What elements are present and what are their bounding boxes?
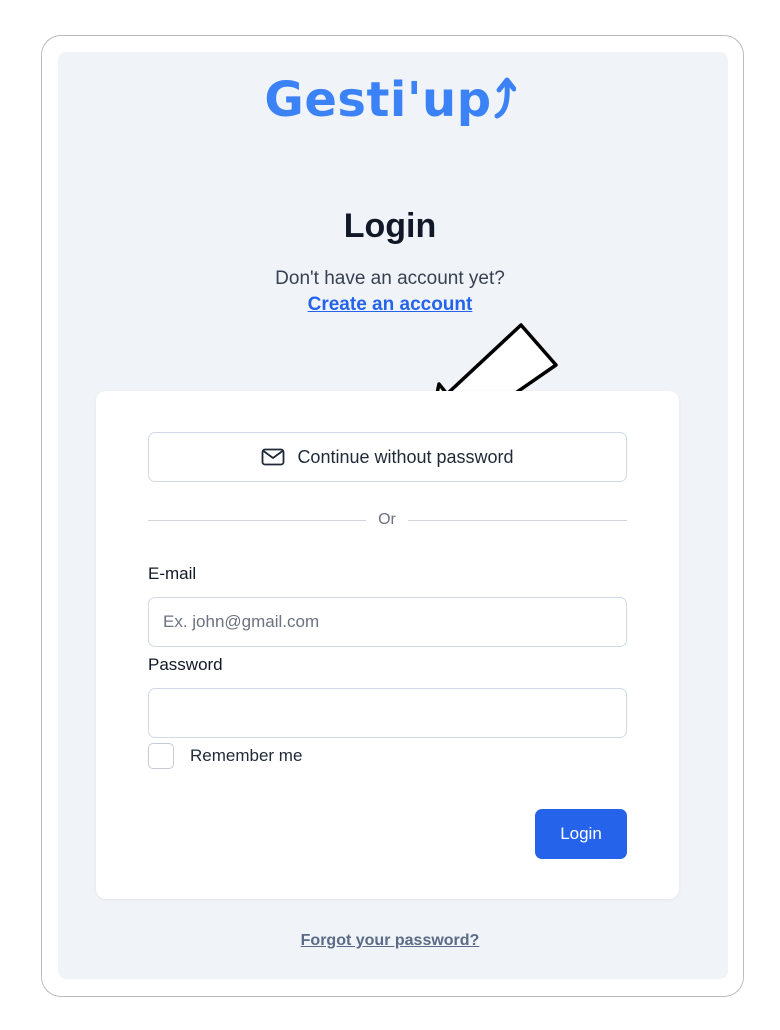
password-label: Password bbox=[148, 655, 223, 674]
remember-me-label: Remember me bbox=[190, 746, 303, 765]
brand-logo: Gesti'up bbox=[0, 72, 780, 128]
divider-right bbox=[408, 520, 627, 521]
signup-prompt: Don't have an account yet? bbox=[275, 268, 505, 289]
email-label: E-mail bbox=[148, 564, 197, 583]
divider-left bbox=[148, 520, 366, 521]
password-field[interactable] bbox=[148, 688, 627, 738]
mail-icon bbox=[262, 448, 285, 466]
email-field[interactable] bbox=[148, 597, 627, 647]
upward-arrow-icon bbox=[494, 77, 516, 119]
remember-me-checkbox[interactable] bbox=[148, 743, 174, 769]
forgot-password-link[interactable]: Forgot your password? bbox=[0, 932, 780, 950]
continue-without-password-button[interactable]: Continue without password bbox=[148, 432, 627, 482]
divider-text: Or bbox=[378, 511, 396, 528]
continue-without-password-label: Continue without password bbox=[297, 446, 514, 467]
brand-name: Gesti'up bbox=[264, 72, 492, 128]
page-title: Login bbox=[343, 207, 437, 245]
create-account-link[interactable]: Create an account bbox=[0, 294, 780, 316]
login-button[interactable]: Login bbox=[535, 809, 627, 859]
